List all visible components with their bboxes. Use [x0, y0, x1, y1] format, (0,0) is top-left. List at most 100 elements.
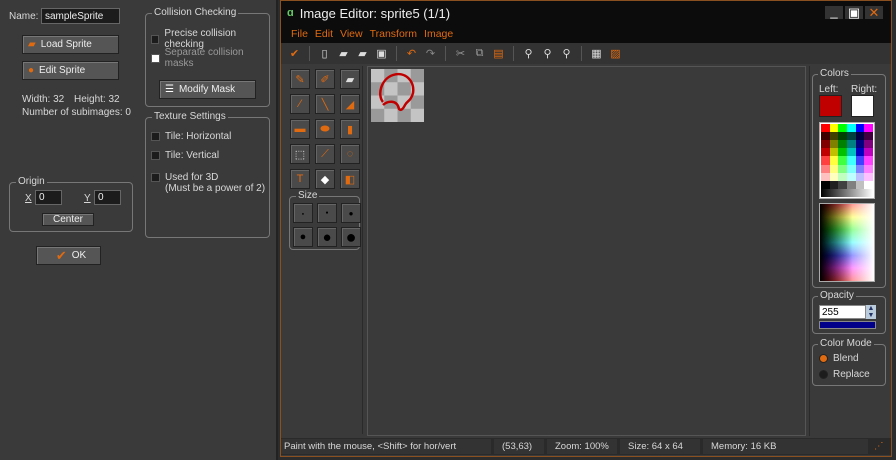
palette-swatch[interactable] [838, 140, 847, 149]
confirm-icon[interactable]: ✔ [287, 46, 302, 61]
replace-color-icon[interactable]: ◧ [340, 169, 360, 189]
menu-image[interactable]: Image [424, 28, 453, 40]
blend-radio[interactable]: Blend [819, 353, 859, 364]
color-picker-icon[interactable]: ⁄ [290, 94, 310, 114]
size-4-button[interactable]: ● [293, 227, 313, 247]
zoom-reset-icon[interactable]: ⚲ [559, 46, 574, 61]
canvas-area[interactable] [367, 66, 806, 436]
size-5-button[interactable]: ● [317, 227, 337, 247]
palette-swatch[interactable] [821, 124, 830, 133]
open-icon[interactable]: ▰ [336, 46, 351, 61]
used-3d-checkbox[interactable]: Used for 3D (Must be a power of 2) [151, 172, 265, 194]
menu-view[interactable]: View [340, 28, 363, 40]
replace-radio[interactable]: Replace [819, 369, 870, 380]
sprite-canvas[interactable] [371, 69, 424, 122]
palette-swatch[interactable] [855, 180, 865, 189]
palette-swatch[interactable] [821, 132, 830, 141]
left-color-swatch[interactable] [819, 95, 842, 117]
select-ellipse-icon[interactable]: ◌ [340, 144, 360, 164]
palette-swatch[interactable] [829, 148, 839, 157]
load-sprite-button[interactable]: ▰ Load Sprite [22, 35, 119, 54]
palette-swatch[interactable] [838, 148, 847, 157]
image-icon[interactable]: ▨ [608, 46, 623, 61]
right-color-swatch[interactable] [851, 95, 874, 117]
palette-swatch[interactable] [838, 156, 847, 165]
paste-icon[interactable]: ▤ [491, 46, 506, 61]
menu-transform[interactable]: Transform [370, 28, 417, 40]
modify-mask-button[interactable]: ☰ Modify Mask [159, 80, 256, 99]
palette-swatch[interactable] [864, 164, 873, 173]
palette-swatch[interactable] [838, 164, 847, 173]
ok-button[interactable]: ✔ OK [36, 246, 101, 265]
palette-swatch[interactable] [829, 140, 839, 149]
palette-swatch[interactable] [821, 156, 830, 165]
palette-swatch[interactable] [847, 124, 856, 133]
rectangle-icon[interactable]: ▬ [290, 119, 310, 139]
palette-swatch[interactable] [864, 180, 873, 189]
palette-swatch[interactable] [829, 180, 839, 189]
menu-edit[interactable]: Edit [315, 28, 333, 40]
opacity-bar[interactable] [819, 321, 876, 329]
select-rect-icon[interactable]: ⬚ [290, 144, 310, 164]
color-palette[interactable] [819, 122, 875, 199]
palette-swatch[interactable] [847, 140, 856, 149]
polygon-icon[interactable]: ◢ [340, 94, 360, 114]
rounded-rect-icon[interactable]: ▮ [340, 119, 360, 139]
origin-x-input[interactable] [35, 190, 62, 205]
tile-horizontal-checkbox[interactable]: Tile: Horizontal [151, 131, 231, 142]
palette-swatch[interactable] [829, 124, 839, 133]
minimize-icon[interactable]: _ [825, 5, 843, 19]
palette-swatch[interactable] [821, 164, 830, 173]
opacity-input[interactable] [819, 305, 866, 319]
palette-swatch[interactable] [829, 156, 839, 165]
cut-icon[interactable]: ✂ [453, 46, 468, 61]
size-1-button[interactable]: ● [293, 203, 313, 223]
palette-swatch[interactable] [821, 148, 830, 157]
undo-icon[interactable]: ↶ [404, 46, 419, 61]
palette-swatch[interactable] [829, 132, 839, 141]
edit-sprite-button[interactable]: ● Edit Sprite [22, 61, 119, 80]
palette-swatch[interactable] [864, 140, 873, 149]
palette-swatch[interactable] [821, 180, 830, 189]
maximize-icon[interactable]: ▣ [845, 6, 863, 19]
center-button[interactable]: Center [42, 213, 94, 226]
redo-icon[interactable]: ↷ [423, 46, 438, 61]
palette-swatch[interactable] [847, 132, 856, 141]
tile-vertical-checkbox[interactable]: Tile: Vertical [151, 150, 219, 161]
palette-swatch[interactable] [855, 140, 865, 149]
palette-swatch[interactable] [855, 172, 865, 181]
size-3-button[interactable]: ● [341, 203, 361, 223]
menu-file[interactable]: File [291, 28, 308, 40]
palette-swatch[interactable] [855, 132, 865, 141]
palette-swatch[interactable] [829, 172, 839, 181]
copy-icon[interactable]: ⧉ [472, 46, 487, 61]
import-icon[interactable]: ▰ [355, 46, 370, 61]
size-6-button[interactable]: ● [341, 227, 361, 247]
text-icon[interactable]: T [290, 169, 310, 189]
palette-swatch[interactable] [855, 164, 865, 173]
fill-icon[interactable]: ◆ [315, 169, 335, 189]
name-input[interactable] [41, 8, 120, 24]
palette-swatch[interactable] [838, 180, 847, 189]
size-2-button[interactable]: ● [317, 203, 337, 223]
palette-swatch[interactable] [821, 172, 830, 181]
palette-swatch[interactable] [855, 148, 865, 157]
close-icon[interactable]: ✕ [865, 6, 883, 19]
pencil-icon[interactable]: ✎ [290, 69, 310, 89]
zoom-in-icon[interactable]: ⚲ [521, 46, 536, 61]
palette-swatch[interactable] [855, 156, 865, 165]
spray-icon[interactable]: ✐ [315, 69, 335, 89]
palette-swatch[interactable] [838, 124, 847, 133]
palette-swatch[interactable] [847, 180, 856, 189]
separate-masks-checkbox[interactable]: Separate collision masks [151, 47, 269, 69]
eraser-icon[interactable]: ▰ [340, 69, 360, 89]
grid-icon[interactable]: ▦ [589, 46, 604, 61]
palette-swatch[interactable] [847, 148, 856, 157]
palette-swatch[interactable] [864, 148, 873, 157]
palette-swatch[interactable] [864, 124, 873, 133]
line-icon[interactable]: ╲ [315, 94, 335, 114]
palette-swatch[interactable] [847, 172, 856, 181]
magic-wand-icon[interactable]: ⟋ [315, 144, 335, 164]
resize-grip-icon[interactable]: ⋰ [871, 439, 884, 454]
new-icon[interactable]: ▯ [317, 46, 332, 61]
